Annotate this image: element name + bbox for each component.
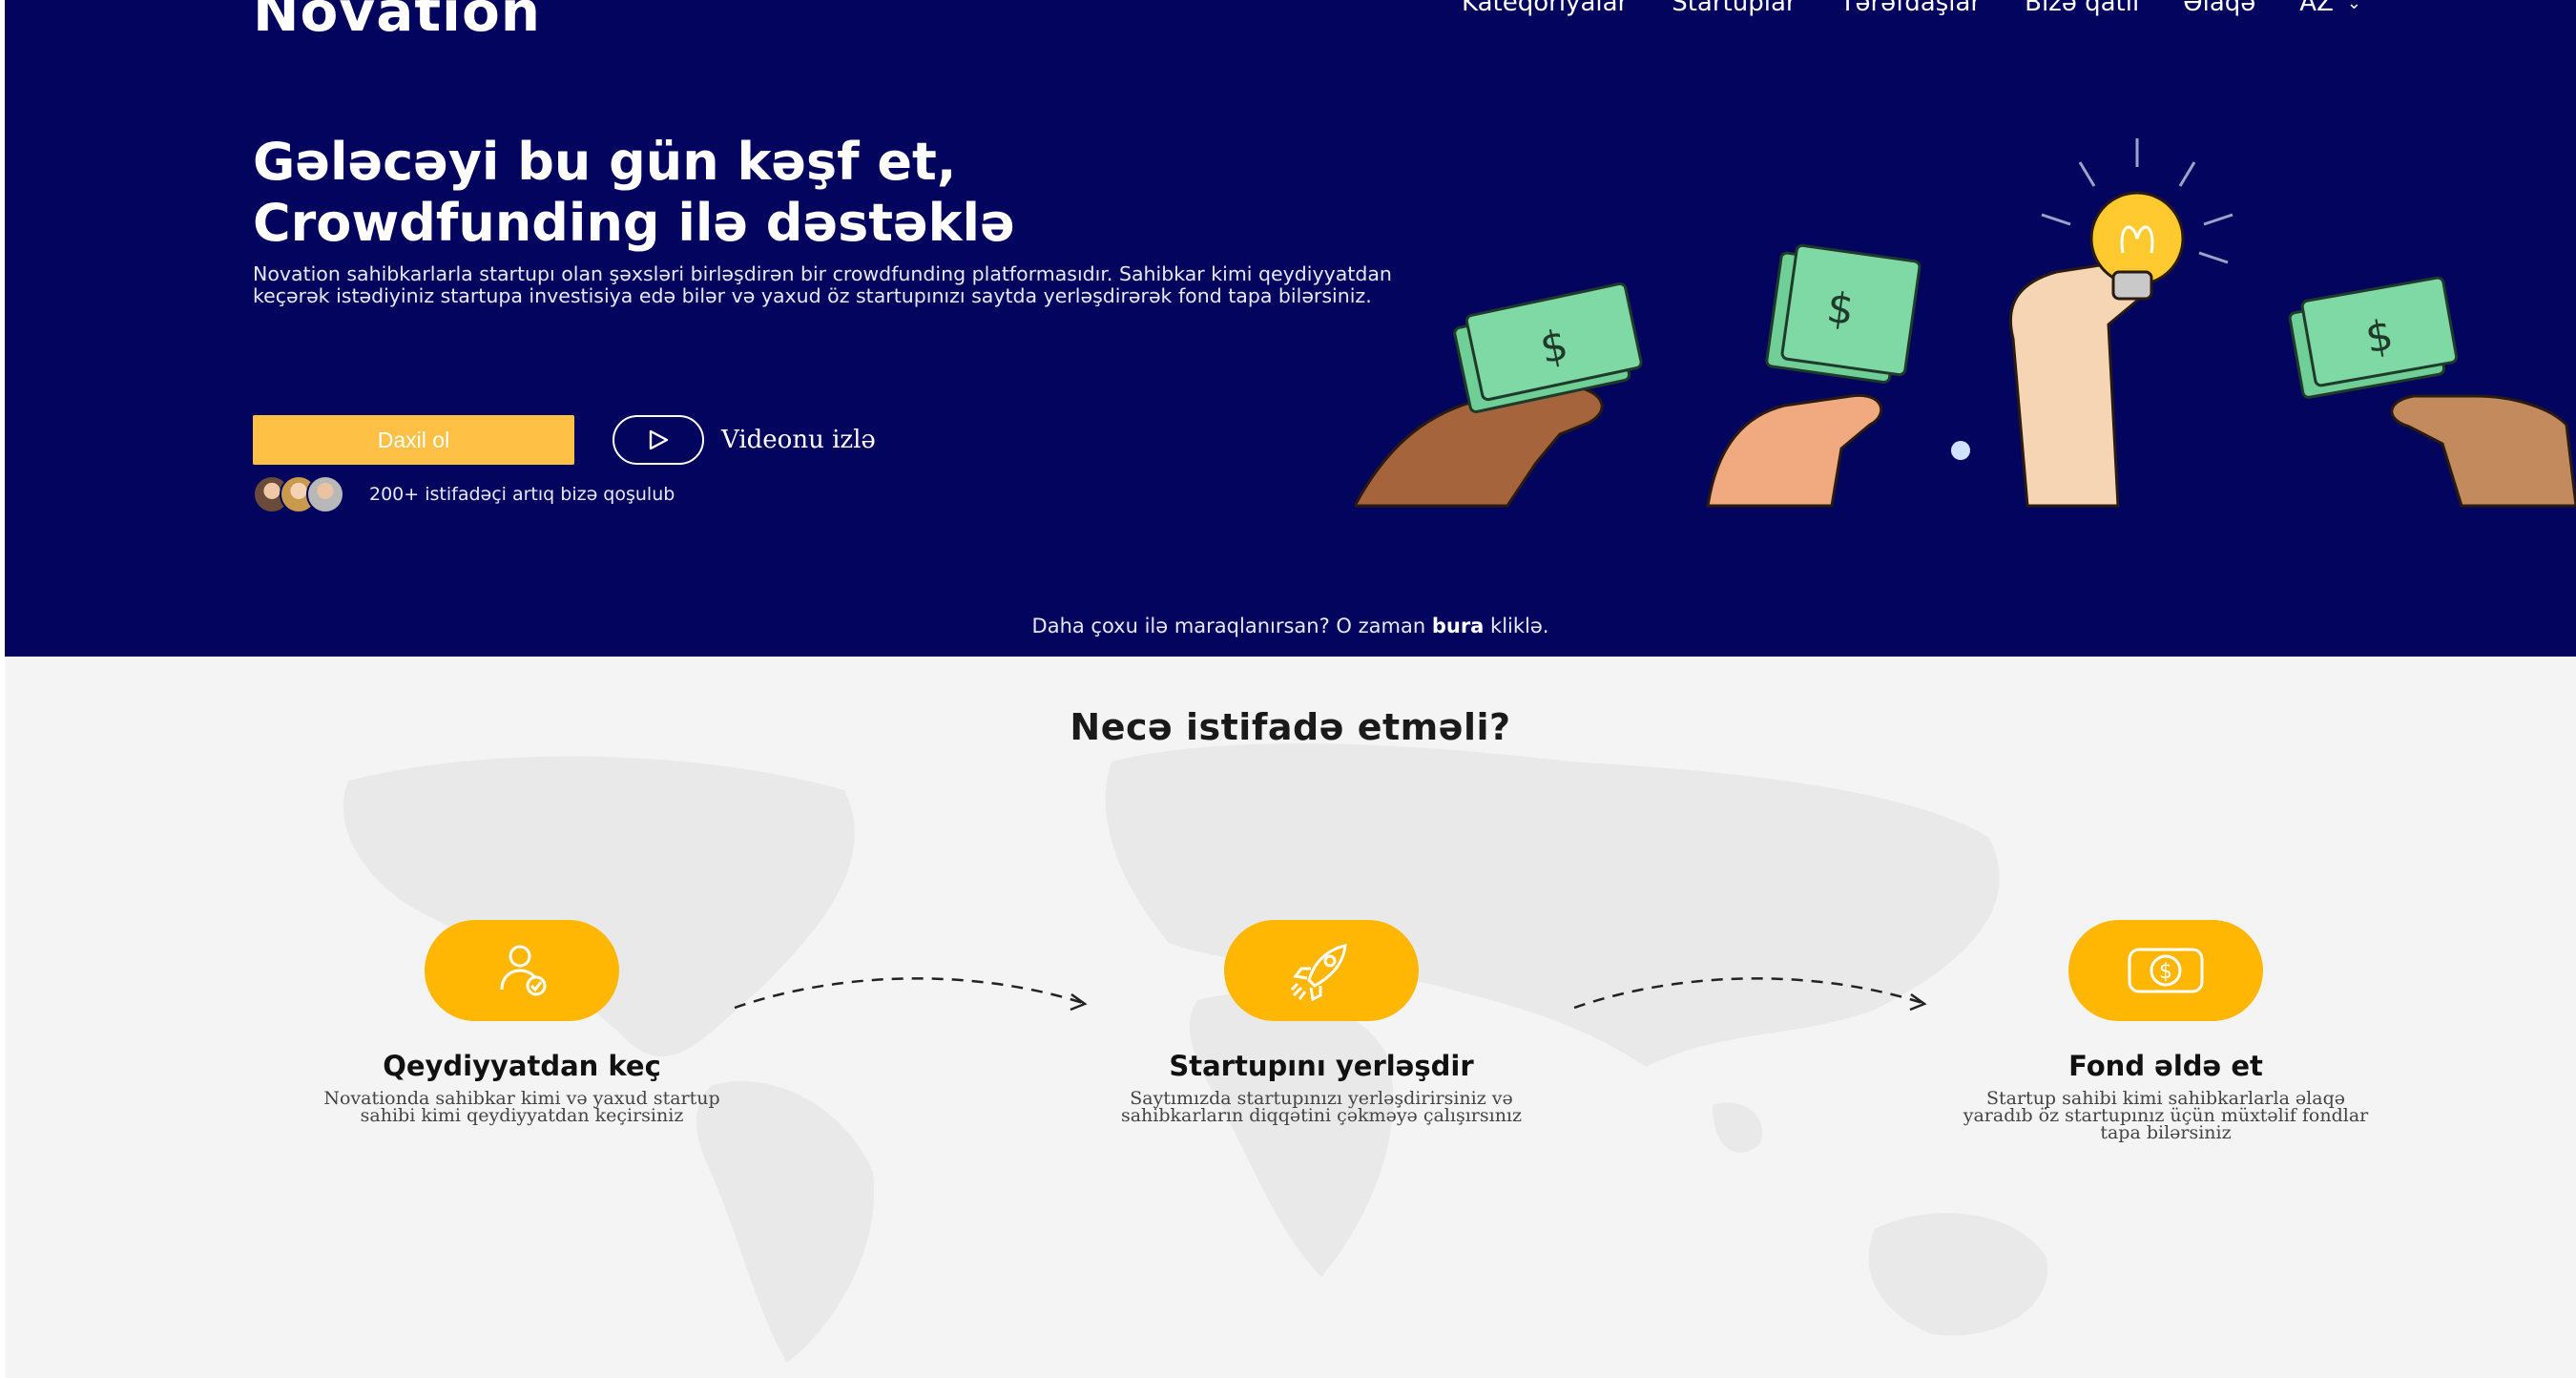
step-register: Qeydiyyatdan keç Novationda sahibkar kim… [274,920,770,1126]
nav-item-bize-qatil[interactable]: Bizə qatıl [2025,0,2139,17]
users-row: 200+ istifadəçi artıq bizə qoşulub [253,475,675,513]
user-check-icon [425,920,619,1021]
more-info-line: Daha çoxu ilə maraqlanırsan? O zaman bur… [5,615,2576,637]
watch-video-button[interactable]: Videonu izlə [613,415,876,465]
dashed-arrow-icon [734,977,1088,1012]
svg-text:$: $ [2159,960,2172,984]
step-title: Qeydiyyatdan keç [383,1050,661,1082]
users-count-text: 200+ istifadəçi artıq bizə qoşulub [369,484,675,505]
user-avatars [253,475,344,513]
video-label: Videonu izlə [721,426,876,454]
rocket-icon [1224,920,1419,1021]
step-get-fund: $ Fond əldə et Startup sahibi kimi sahib… [1918,920,2414,1143]
more-info-link[interactable]: bura [1432,615,1485,637]
page: Novation Kateqoriyalar Startuplar Tərəfd… [0,0,2576,1378]
language-label: AZ [2299,0,2334,17]
nav-item-kateqoriyalar[interactable]: Kateqoriyalar [1462,0,1628,17]
nav-item-elaqe[interactable]: Əlaqə [2183,0,2255,17]
site-logo[interactable]: Novation [253,0,541,44]
nav-item-startuplar[interactable]: Startuplar [1672,0,1796,17]
how-to-title: Necə istifadə etməli? [1070,706,1511,748]
login-button[interactable]: Daxil ol [253,415,574,465]
hero-description: Novation sahibkarlarla startupı olan şəx… [253,262,1392,307]
more-info-suffix: kliklə. [1484,615,1549,637]
crowdfunding-illustration: $ $ $ [1355,138,2576,508]
headline-line-2: Crowdfunding ilə dəstəklə [253,193,1015,253]
more-info-prefix: Daha çoxu ilə maraqlanırsan? O zaman [1031,615,1432,637]
step-title: Fond əldə et [2068,1050,2263,1082]
nav-item-terefdaslar[interactable]: Tərəfdaşlar [1840,0,1982,17]
chevron-down-icon: ⌄ [2346,0,2361,13]
step-place-startup: Startupını yerləşdir Saytımızda startupı… [1073,920,1569,1126]
dashed-arrow-icon [1573,977,1927,1012]
step-text: Saytımızda startupınızı yerləşdirirsiniz… [1120,1088,1523,1126]
headline-line-1: Gələcəyi bu gün kəşf et, [253,132,957,192]
step-text: Startup sahibi kimi sahibkarlarla əlaqə … [1963,1088,2369,1143]
step-title: Startupını yerləşdir [1169,1050,1474,1082]
avatar [306,475,344,513]
how-to-section: Necə istifadə etməli? Qeydiyyatdan keç N… [5,657,2576,1378]
play-icon [613,415,704,465]
step-text: Novationda sahibkar kimi və yaxud startu… [323,1088,720,1126]
cta-row: Daxil ol Videonu izlə [253,415,876,465]
hero-headline: Gələcəyi bu gün kəşf et, Crowdfunding il… [253,132,1541,254]
main-nav: Kateqoriyalar Startuplar Tərəfdaşlar Biz… [1462,0,2361,17]
language-select[interactable]: AZ ⌄ [2299,0,2361,17]
dollar-icon: $ [2068,920,2263,1021]
hero-section: Novation Kateqoriyalar Startuplar Tərəfd… [5,0,2576,657]
